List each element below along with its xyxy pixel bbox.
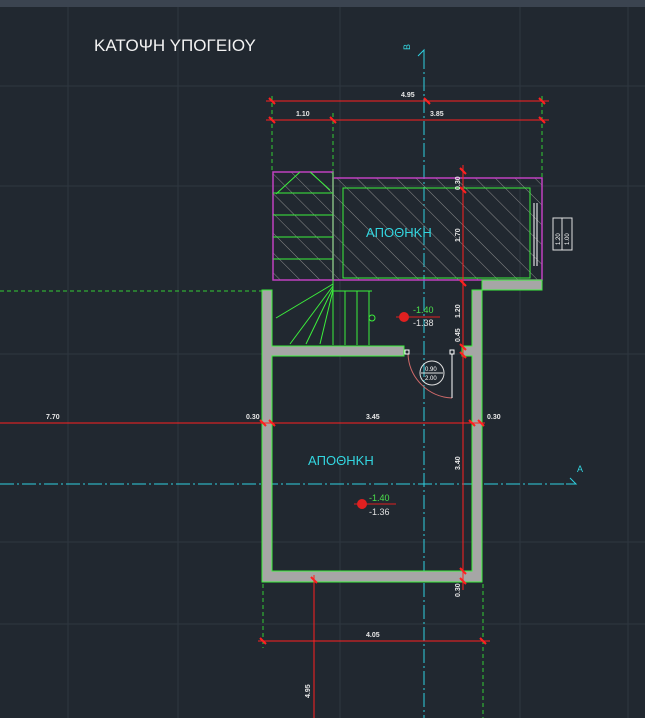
window-tag-height: 1.00	[565, 233, 571, 245]
level-2-bottom: -1.36	[369, 507, 390, 517]
dim-top-left: 1.10	[296, 111, 310, 118]
dim-wall-left: 0.30	[246, 414, 260, 421]
dim-left-overall: 7.70	[46, 414, 60, 421]
upper-storage-hatch	[333, 178, 542, 280]
axis-b-marker	[417, 48, 425, 60]
dim-vert-upper-a: 0.30	[455, 176, 462, 190]
door-tag-width: 0.90	[425, 367, 437, 373]
cad-drawing-canvas: ΚΑΤΟΨΗ ΥΠΟΓΕΙΟΥ ΑΠΟΘΗΚΗ ΑΠΟΘΗΚΗ -1.40 -1…	[0, 0, 645, 718]
dim-top-total: 4.95	[401, 92, 415, 99]
dim-bottom-total: 4.05	[366, 632, 380, 639]
drawing-title: ΚΑΤΟΨΗ ΥΠΟΓΕΙΟΥ	[94, 36, 256, 55]
room-label-upper-storage: ΑΠΟΘΗΚΗ	[366, 225, 432, 240]
level-1-top: -1.40	[413, 305, 434, 315]
dim-vert-lower-a: 3.40	[455, 456, 462, 470]
dim-vert-mid-a: 1.20	[455, 304, 462, 318]
axis-a-marker	[566, 477, 578, 485]
door	[404, 349, 455, 399]
dim-bottom-side: 4.95	[305, 684, 312, 698]
axis-label-a: A	[577, 464, 583, 474]
window-tag-width: 1.20	[556, 233, 562, 245]
dim-vert-upper-b: 1.70	[455, 228, 462, 242]
dim-vert-lower-b: 0.30	[455, 583, 462, 597]
dim-vert-mid-b: 0.45	[455, 328, 462, 342]
door-tag-height: 2.00	[425, 376, 437, 382]
background-grid	[0, 0, 645, 718]
dim-top-right: 3.85	[430, 111, 444, 118]
dim-middle: 3.45	[366, 414, 380, 421]
floor-plan-drawing: ΚΑΤΟΨΗ ΥΠΟΓΕΙΟΥ ΑΠΟΘΗΚΗ ΑΠΟΘΗΚΗ -1.40 -1…	[0, 0, 645, 718]
level-1-bottom: -1.38	[413, 318, 434, 328]
room-label-lower-storage: ΑΠΟΘΗΚΗ	[308, 453, 374, 468]
window-top-bar	[0, 0, 645, 7]
axis-label-b: B	[402, 44, 412, 50]
level-2-top: -1.40	[369, 493, 390, 503]
axis-lines	[0, 55, 572, 718]
dim-wall-right: 0.30	[487, 414, 501, 421]
